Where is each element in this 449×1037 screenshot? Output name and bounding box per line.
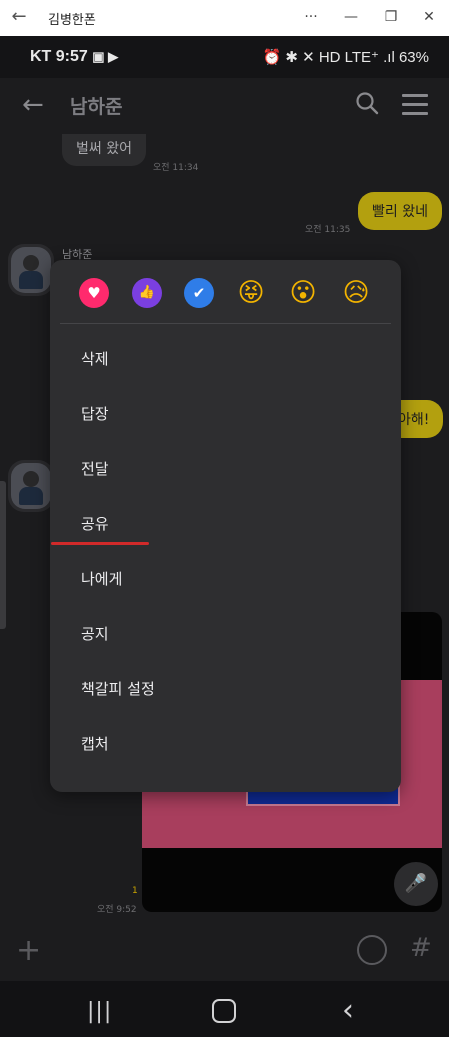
reaction-thumbs-up-icon[interactable]: 👍 xyxy=(132,278,162,308)
plus-icon[interactable]: + xyxy=(16,933,41,968)
notification-icons: ▣ ▶ xyxy=(92,49,119,64)
nav-back-icon[interactable]: ‹ xyxy=(342,993,354,1028)
carrier: KT xyxy=(30,48,52,65)
reaction-heart-icon[interactable]: ♥ xyxy=(79,278,109,308)
message-time: 오전 9:52 xyxy=(97,905,137,915)
unread-count: 1 xyxy=(132,886,138,896)
menu-item-notice[interactable]: 공지 xyxy=(81,619,371,649)
back-icon[interactable]: ← xyxy=(22,90,44,120)
close-button[interactable]: ✕ xyxy=(414,6,444,28)
back-arrow-icon[interactable]: ← xyxy=(8,6,30,28)
status-bar: KT 9:57 ▣ ▶ ⏰ ✱ ✕ HD LTE⁺ .ıl 63% xyxy=(0,36,449,78)
menu-item-capture[interactable]: 캡처 xyxy=(81,729,371,759)
hash-icon[interactable]: # xyxy=(410,933,432,963)
carrier-time: KT 9:57 ▣ ▶ xyxy=(30,48,118,66)
edge-panel-handle[interactable] xyxy=(0,481,6,629)
reaction-check-icon[interactable]: ✔ xyxy=(184,278,214,308)
android-nav-bar: ||| ‹ xyxy=(0,981,449,1037)
avatar[interactable] xyxy=(8,244,54,296)
menu-divider xyxy=(60,323,391,324)
restore-button[interactable]: ❐ xyxy=(376,6,406,28)
menu-icon[interactable] xyxy=(402,94,428,121)
reaction-surprised-icon[interactable]: 😮 xyxy=(288,278,318,308)
reaction-sad-icon[interactable]: 😥 xyxy=(341,278,371,308)
menu-item-bookmark[interactable]: 책갈피 설정 xyxy=(81,674,371,704)
window-titlebar: ← 김병한폰 ··· — ❐ ✕ xyxy=(0,0,449,37)
highlight-underline xyxy=(51,542,149,545)
status-icons: ⏰ ✱ ✕ HD LTE⁺ .ıl 63% xyxy=(262,49,430,66)
recent-apps-icon[interactable]: ||| xyxy=(87,999,112,1024)
chat-input-bar: + # xyxy=(0,923,449,979)
message-time: 오전 11:34 xyxy=(153,163,199,173)
menu-item-reply[interactable]: 답장 xyxy=(81,399,371,429)
chat-header: ← 남하준 xyxy=(0,78,449,134)
search-icon[interactable] xyxy=(354,90,380,116)
avatar[interactable] xyxy=(8,460,54,512)
more-options-icon[interactable]: ··· xyxy=(296,6,326,28)
emoji-icon[interactable] xyxy=(357,935,387,965)
message-context-menu: ♥ 👍 ✔ 😝 😮 😥 삭제 답장 전달 공유 나에게 공지 책갈피 설정 캡처 xyxy=(50,260,401,792)
reaction-laugh-icon[interactable]: 😝 xyxy=(236,278,266,308)
message-time: 오전 11:35 xyxy=(305,225,351,235)
phone-screen: KT 9:57 ▣ ▶ ⏰ ✱ ✕ HD LTE⁺ .ıl 63% ← 남하준 … xyxy=(0,36,449,1037)
menu-item-share[interactable]: 공유 xyxy=(81,509,371,539)
chat-title: 남하준 xyxy=(70,96,123,118)
message-bubble[interactable]: 벌써 왔어 xyxy=(62,134,146,166)
minimize-button[interactable]: — xyxy=(336,6,366,28)
menu-item-to-me[interactable]: 나에게 xyxy=(81,564,371,594)
menu-item-delete[interactable]: 삭제 xyxy=(81,344,371,374)
microphone-icon[interactable]: 🎤 xyxy=(394,862,438,906)
clock: 9:57 xyxy=(55,48,88,65)
window-title: 김병한폰 xyxy=(48,13,96,28)
my-message-bubble[interactable]: 빨리 왔네 xyxy=(358,192,442,230)
menu-item-forward[interactable]: 전달 xyxy=(81,454,371,484)
home-icon[interactable] xyxy=(212,999,236,1023)
